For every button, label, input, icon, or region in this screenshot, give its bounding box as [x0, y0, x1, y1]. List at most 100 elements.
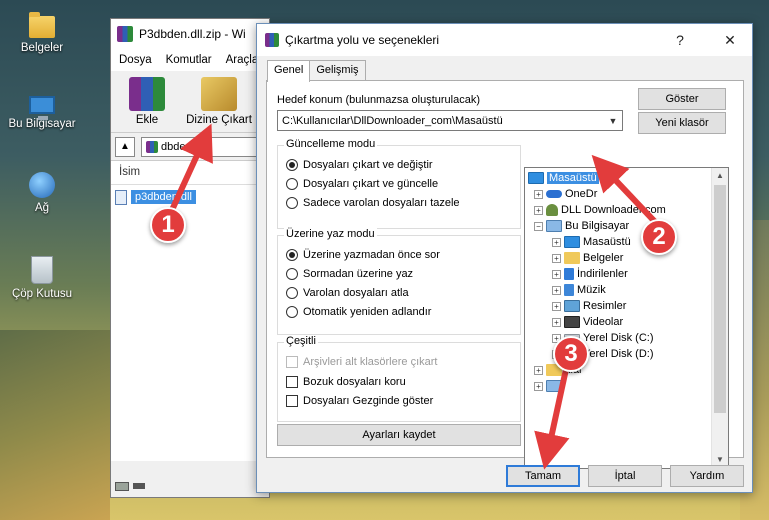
computer-icon: [546, 220, 562, 232]
desktop-wallpaper: [0, 330, 110, 520]
tree-item-belgeler[interactable]: + Belgeler: [552, 250, 623, 266]
cancel-button[interactable]: İptal: [588, 465, 662, 487]
add-archive-icon: [129, 77, 165, 111]
radio-button[interactable]: [286, 178, 298, 190]
music-icon: [564, 284, 574, 296]
checkbox[interactable]: [286, 395, 298, 407]
tab-gelismis[interactable]: Gelişmiş: [309, 60, 366, 81]
new-folder-button[interactable]: Yeni klasör: [638, 112, 726, 134]
user-icon: [546, 204, 558, 216]
scroll-up-icon[interactable]: ▲: [712, 168, 728, 184]
expand-icon[interactable]: +: [534, 205, 543, 215]
expand-icon[interactable]: +: [534, 365, 543, 375]
winrar-titlebar[interactable]: P3dbden.dll.zip - Wi: [111, 19, 269, 49]
tree-item-label: Bu Bilgisayar: [565, 220, 630, 232]
option-label: Sormadan üzerine yaz: [303, 268, 414, 280]
radio-button[interactable]: [286, 249, 298, 261]
destination-path-combo[interactable]: C:\Kullanıcılar\DllDownloader_com\Masaüs…: [277, 110, 623, 131]
general-tab-panel: Hedef konum (bulunmazsa oluşturulacak) C…: [266, 80, 744, 469]
overwrite-option-ask[interactable]: Üzerine yazmadan önce sor: [286, 249, 440, 261]
recycle-bin-icon: [31, 256, 53, 284]
up-folder-button[interactable]: ▲: [115, 136, 135, 157]
video-icon: [564, 316, 580, 328]
help-title-button[interactable]: ?: [658, 24, 702, 56]
tree-scrollbar[interactable]: ▲ ▼: [711, 168, 728, 468]
menu-komutlar[interactable]: Komutlar: [166, 54, 212, 66]
ok-button[interactable]: Tamam: [506, 465, 580, 487]
overwrite-option-skip[interactable]: Varolan dosyaları atla: [286, 287, 409, 299]
archive-path-field[interactable]: dbden.d: [141, 136, 265, 157]
option-label: Otomatik yeniden adlandır: [303, 306, 432, 318]
dialog-titlebar[interactable]: Çıkartma yolu ve seçenekleri ? ✕: [257, 24, 752, 56]
help-button[interactable]: Yardım: [670, 465, 744, 487]
winrar-logo-icon: [265, 33, 279, 47]
column-header-name[interactable]: İsim: [111, 161, 269, 185]
tree-item-network[interactable]: +: [534, 378, 562, 394]
misc-group: Çeşitli Arşivleri alt klasörlere çıkart …: [277, 335, 521, 422]
tree-item-masaustu-root[interactable]: Masaüstü: [528, 170, 599, 186]
close-button[interactable]: ✕: [708, 24, 752, 56]
menu-dosya[interactable]: Dosya: [119, 54, 152, 66]
tree-item-muzik[interactable]: + Müzik: [552, 282, 606, 298]
file-row[interactable]: p3dbden.dll: [115, 188, 265, 206]
tree-item-videolar[interactable]: + Videolar: [552, 314, 623, 330]
checkbox[interactable]: [286, 376, 298, 388]
tree-item-label: İndirilenler: [577, 268, 628, 280]
expand-icon[interactable]: +: [552, 237, 561, 247]
winrar-file-list[interactable]: İsim p3dbden.dll: [111, 161, 269, 461]
scroll-thumb[interactable]: [714, 185, 726, 413]
tree-item-dll-downloader[interactable]: + DLL Downloader.com: [534, 202, 666, 218]
tree-item-resimler[interactable]: + Resimler: [552, 298, 626, 314]
tree-item-label: OneDr: [565, 188, 598, 200]
desktop-icon-label: Belgeler: [20, 42, 64, 54]
overwrite-mode-group: Üzerine yaz modu Üzerine yazmadan önce s…: [277, 228, 521, 335]
tree-item-onedrive[interactable]: + OneDr: [534, 186, 597, 202]
overwrite-option-rename[interactable]: Otomatik yeniden adlandır: [286, 306, 431, 318]
winrar-window[interactable]: P3dbden.dll.zip - Wi Dosya Komutlar Araç…: [110, 18, 270, 498]
step-marker-3: 3: [553, 336, 589, 372]
show-button[interactable]: Göster: [638, 88, 726, 110]
collapse-icon[interactable]: −: [534, 221, 543, 231]
expand-icon[interactable]: +: [552, 301, 561, 311]
tree-item-masaustu[interactable]: + Masaüstü: [552, 234, 631, 250]
extract-button-label: Dizine Çıkart: [186, 114, 252, 126]
folder-icon: [29, 12, 55, 38]
folder-tree[interactable]: Masaüstü + OneDr + DLL Downloader.com − …: [524, 167, 729, 469]
tab-genel[interactable]: Genel: [267, 60, 311, 82]
extract-to-button[interactable]: Dizine Çıkart: [183, 75, 255, 128]
tree-item-bu-bilgisayar[interactable]: − Bu Bilgisayar: [534, 218, 629, 234]
extract-options-dialog[interactable]: Çıkartma yolu ve seçenekleri ? ✕ Genel G…: [256, 23, 753, 493]
expand-icon[interactable]: +: [552, 285, 561, 295]
radio-button[interactable]: [286, 287, 298, 299]
radio-button[interactable]: [286, 197, 298, 209]
expand-icon[interactable]: +: [552, 269, 561, 279]
save-settings-button[interactable]: Ayarları kaydet: [277, 424, 521, 446]
add-button[interactable]: Ekle: [117, 75, 177, 128]
desktop-icon-belgeler[interactable]: Belgeler: [4, 10, 80, 54]
expand-icon[interactable]: +: [552, 253, 561, 263]
desktop-icon-ag[interactable]: Ağ: [4, 172, 80, 214]
desktop-icon-cop-kutusu[interactable]: Çöp Kutusu: [4, 256, 80, 300]
radio-button[interactable]: [286, 268, 298, 280]
misc-option-keep-broken[interactable]: Bozuk dosyaları koru: [286, 376, 406, 388]
dialog-tabs: Genel Gelişmiş: [267, 60, 366, 82]
radio-button[interactable]: [286, 306, 298, 318]
computer-icon: [29, 96, 55, 120]
overwrite-option-no-prompt[interactable]: Sormadan üzerine yaz: [286, 268, 413, 280]
dialog-title: Çıkartma yolu ve seçenekleri: [285, 33, 440, 47]
misc-option-show-in-explorer[interactable]: Dosyaları Gezginde göster: [286, 395, 433, 407]
menu-araclar[interactable]: Araçla: [226, 54, 259, 66]
update-option-freshen[interactable]: Sadece varolan dosyaları tazele: [286, 197, 460, 209]
expand-icon[interactable]: +: [534, 189, 543, 199]
add-button-label: Ekle: [135, 114, 159, 126]
expand-icon[interactable]: +: [552, 317, 561, 327]
update-option-extract-update[interactable]: Dosyaları çıkart ve güncelle: [286, 178, 438, 190]
option-label: Dosyaları çıkart ve güncelle: [303, 178, 439, 190]
desktop-icon: [564, 236, 580, 248]
desktop-icon-bu-bilgisayar[interactable]: Bu Bilgisayar: [4, 90, 80, 130]
radio-button[interactable]: [286, 159, 298, 171]
desktop-icon: [528, 172, 544, 184]
expand-icon[interactable]: +: [534, 381, 543, 391]
update-option-extract-replace[interactable]: Dosyaları çıkart ve değiştir: [286, 159, 433, 171]
tree-item-indirilenler[interactable]: + İndirilenler: [552, 266, 628, 282]
